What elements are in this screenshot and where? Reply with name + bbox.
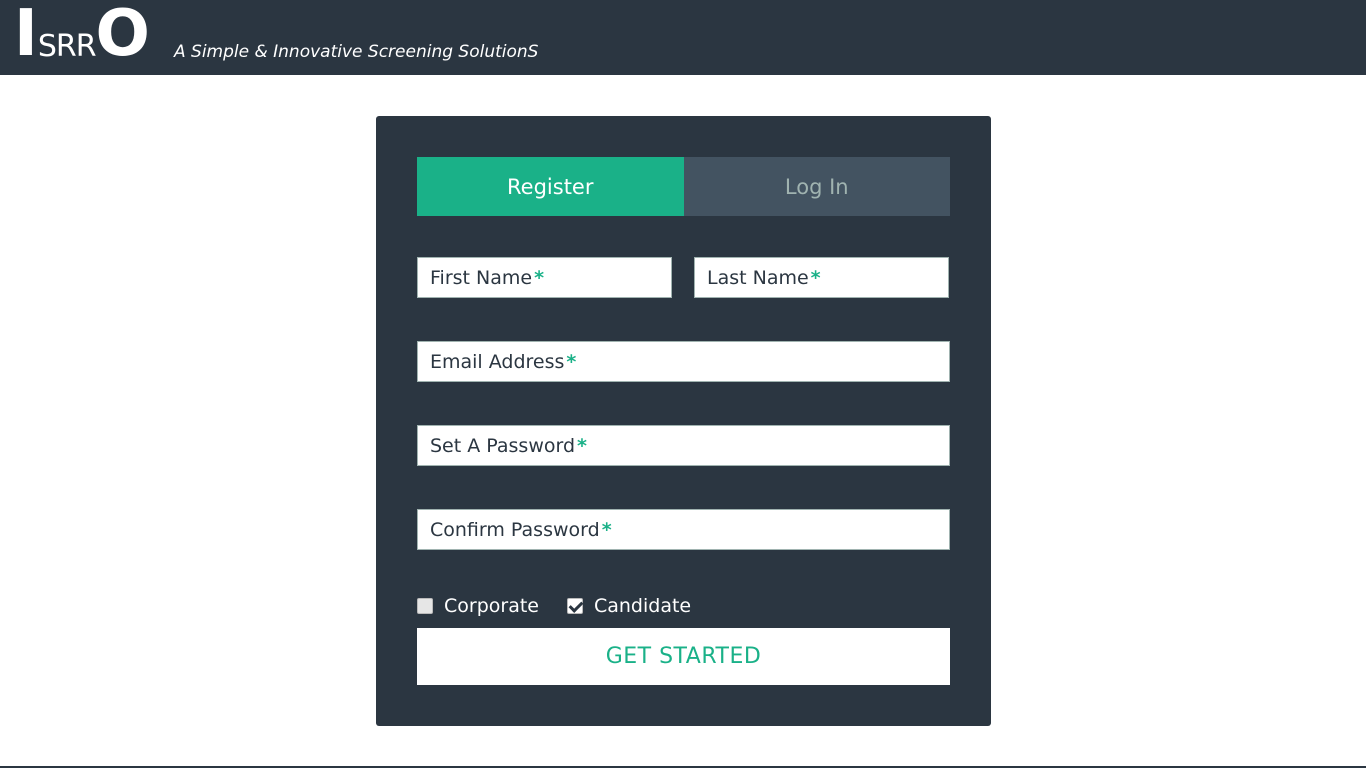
email-field[interactable]: Email Address * bbox=[417, 341, 950, 382]
app-header: ISRRO A Simple & Innovative Screening So… bbox=[0, 0, 1366, 75]
required-mark: * bbox=[810, 266, 821, 289]
candidate-checkbox[interactable] bbox=[566, 598, 583, 614]
password-label: Set A Password bbox=[430, 434, 576, 457]
corporate-checkbox[interactable] bbox=[417, 598, 433, 614]
password-field[interactable]: Set A Password * bbox=[417, 425, 950, 466]
auth-tabs: Register Log In bbox=[417, 157, 950, 216]
candidate-label: Candidate bbox=[593, 595, 692, 617]
logo-letter-last: O bbox=[95, 0, 150, 71]
user-type-options: Corporate Candidate bbox=[417, 594, 719, 618]
logo[interactable]: ISRRO bbox=[14, 2, 150, 72]
confirm-password-field[interactable]: Confirm Password * bbox=[417, 509, 950, 550]
last-name-field[interactable]: Last Name * bbox=[694, 257, 949, 298]
last-name-label: Last Name bbox=[707, 266, 809, 289]
logo-letter-first: I bbox=[14, 0, 38, 71]
required-mark: * bbox=[534, 266, 545, 289]
required-mark: * bbox=[601, 518, 612, 541]
tab-login[interactable]: Log In bbox=[683, 157, 950, 216]
tagline: A Simple & Innovative Screening Solution… bbox=[174, 42, 539, 62]
corporate-label: Corporate bbox=[444, 595, 539, 617]
email-label: Email Address bbox=[430, 350, 565, 373]
required-mark: * bbox=[577, 434, 587, 457]
register-panel: Register Log In First Name * Last Name * E… bbox=[376, 116, 991, 726]
corporate-option[interactable]: Corporate bbox=[417, 595, 539, 617]
tab-register[interactable]: Register bbox=[417, 157, 684, 216]
first-name-label: First Name bbox=[430, 266, 533, 289]
required-mark: * bbox=[566, 350, 577, 373]
candidate-option[interactable]: Candidate bbox=[566, 595, 692, 617]
confirm-password-label: Confirm Password bbox=[430, 518, 600, 541]
first-name-field[interactable]: First Name * bbox=[417, 257, 672, 298]
logo-letters-middle: SRR bbox=[37, 29, 97, 64]
get-started-button[interactable]: GET STARTED bbox=[417, 628, 950, 685]
